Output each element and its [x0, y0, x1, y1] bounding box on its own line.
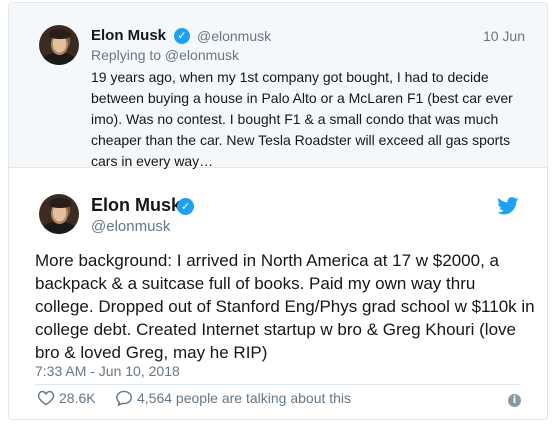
tweet-timestamp[interactable]: 7:33 AM - Jun 10, 2018 — [35, 363, 180, 379]
comment-icon — [115, 390, 133, 406]
conversation-link[interactable]: 4,564 people are talking about this — [115, 390, 351, 406]
heart-icon — [37, 390, 55, 406]
twitter-bird-icon[interactable] — [497, 197, 519, 215]
tweet-text: 19 years ago, when my 1st company got bo… — [91, 69, 513, 169]
divider — [35, 384, 521, 385]
avatar[interactable] — [39, 194, 79, 234]
tweet-embed-card: Elon Musk ✓ @elonmusk 10 Jun Replying to… — [8, 2, 548, 420]
tweet-date[interactable]: 10 Jun — [483, 28, 525, 44]
author-handle[interactable]: @elonmusk — [197, 28, 271, 44]
author-name[interactable]: Elon Musk — [91, 195, 181, 216]
parent-tweet[interactable]: Elon Musk ✓ @elonmusk 10 Jun Replying to… — [9, 3, 547, 169]
verified-badge-icon: ✓ — [174, 28, 190, 44]
talking-count: 4,564 people are talking about this — [137, 390, 352, 406]
like-count: 28.6K — [59, 390, 96, 406]
tweet-text: More background: I arrived in North Amer… — [35, 251, 535, 362]
verified-badge-icon: ✓ — [177, 198, 194, 215]
info-icon[interactable]: i — [508, 394, 521, 407]
avatar[interactable] — [39, 25, 79, 65]
replying-to: Replying to @elonmusk — [91, 47, 240, 63]
like-button[interactable]: 28.6K — [37, 390, 96, 406]
author-name[interactable]: Elon Musk — [91, 27, 166, 44]
author-handle[interactable]: @elonmusk — [91, 218, 170, 235]
